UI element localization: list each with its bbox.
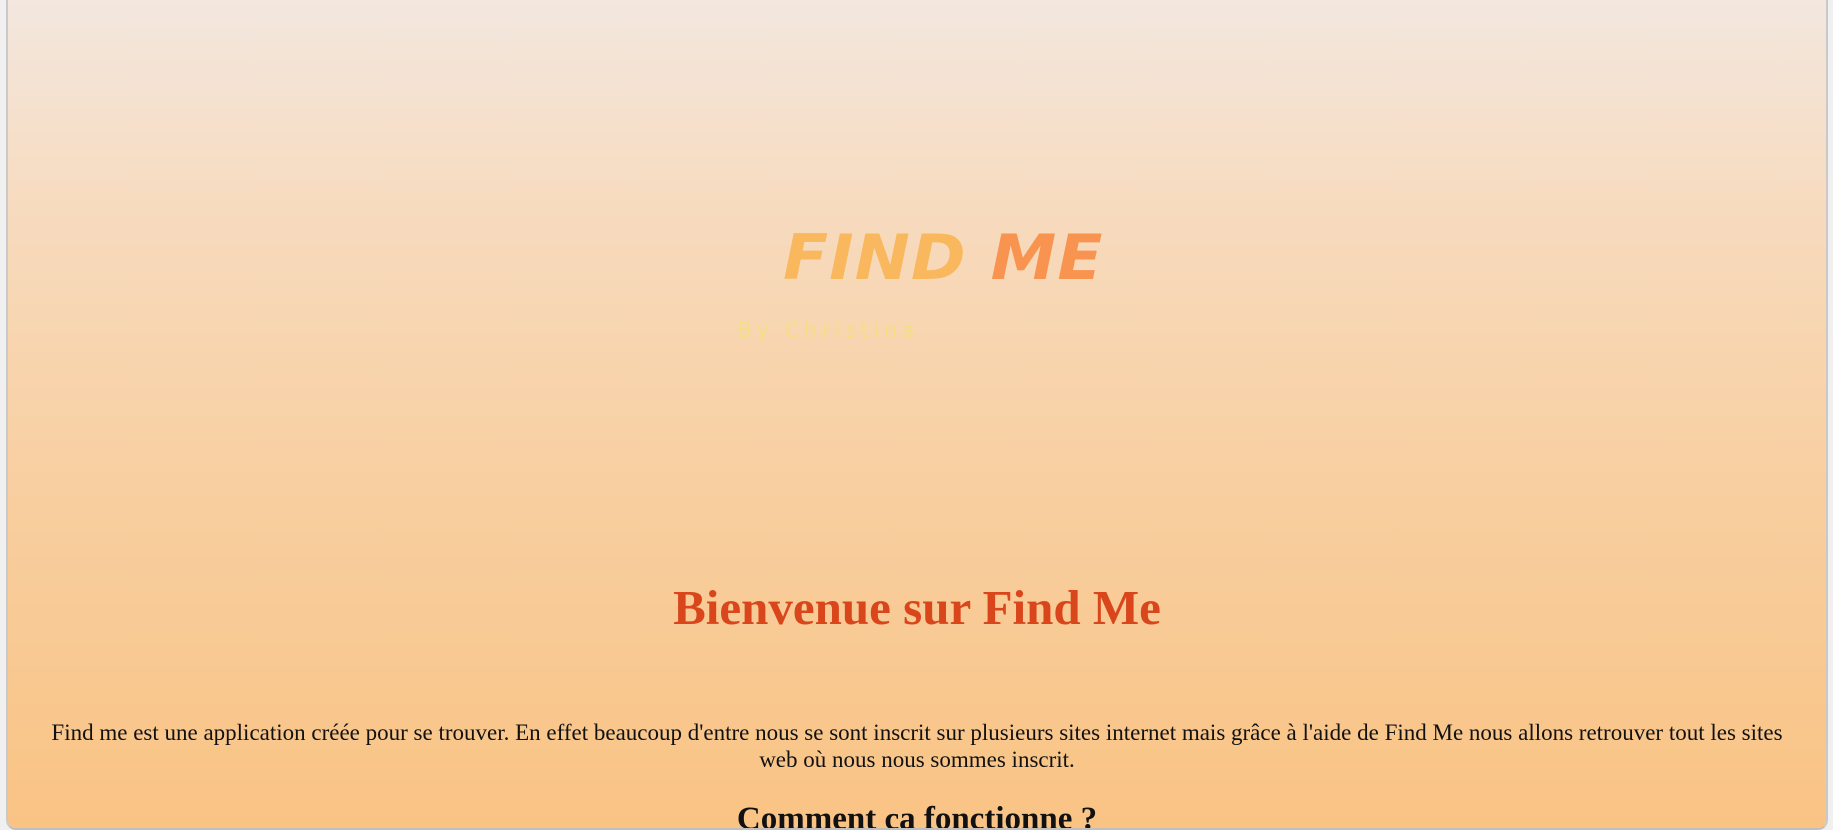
logo-title: FIND ME <box>783 226 1103 290</box>
page-title: Bienvenue sur Find Me <box>673 580 1161 635</box>
logo-word-me: ME <box>990 220 1104 295</box>
section-heading-how-it-works: Comment ça fonctionne ? <box>736 801 1098 830</box>
intro-paragraph: Find me est une application créée pour s… <box>51 720 1783 772</box>
findme-logo: FIND ME By Christina <box>728 225 1102 355</box>
logo-byline: By Christina <box>738 318 920 342</box>
browser-viewport: FIND ME By Christina Bienvenue sur Find … <box>6 0 1828 830</box>
logo-word-find: FIND <box>783 220 967 295</box>
page-background: FIND ME By Christina Bienvenue sur Find … <box>8 0 1826 828</box>
